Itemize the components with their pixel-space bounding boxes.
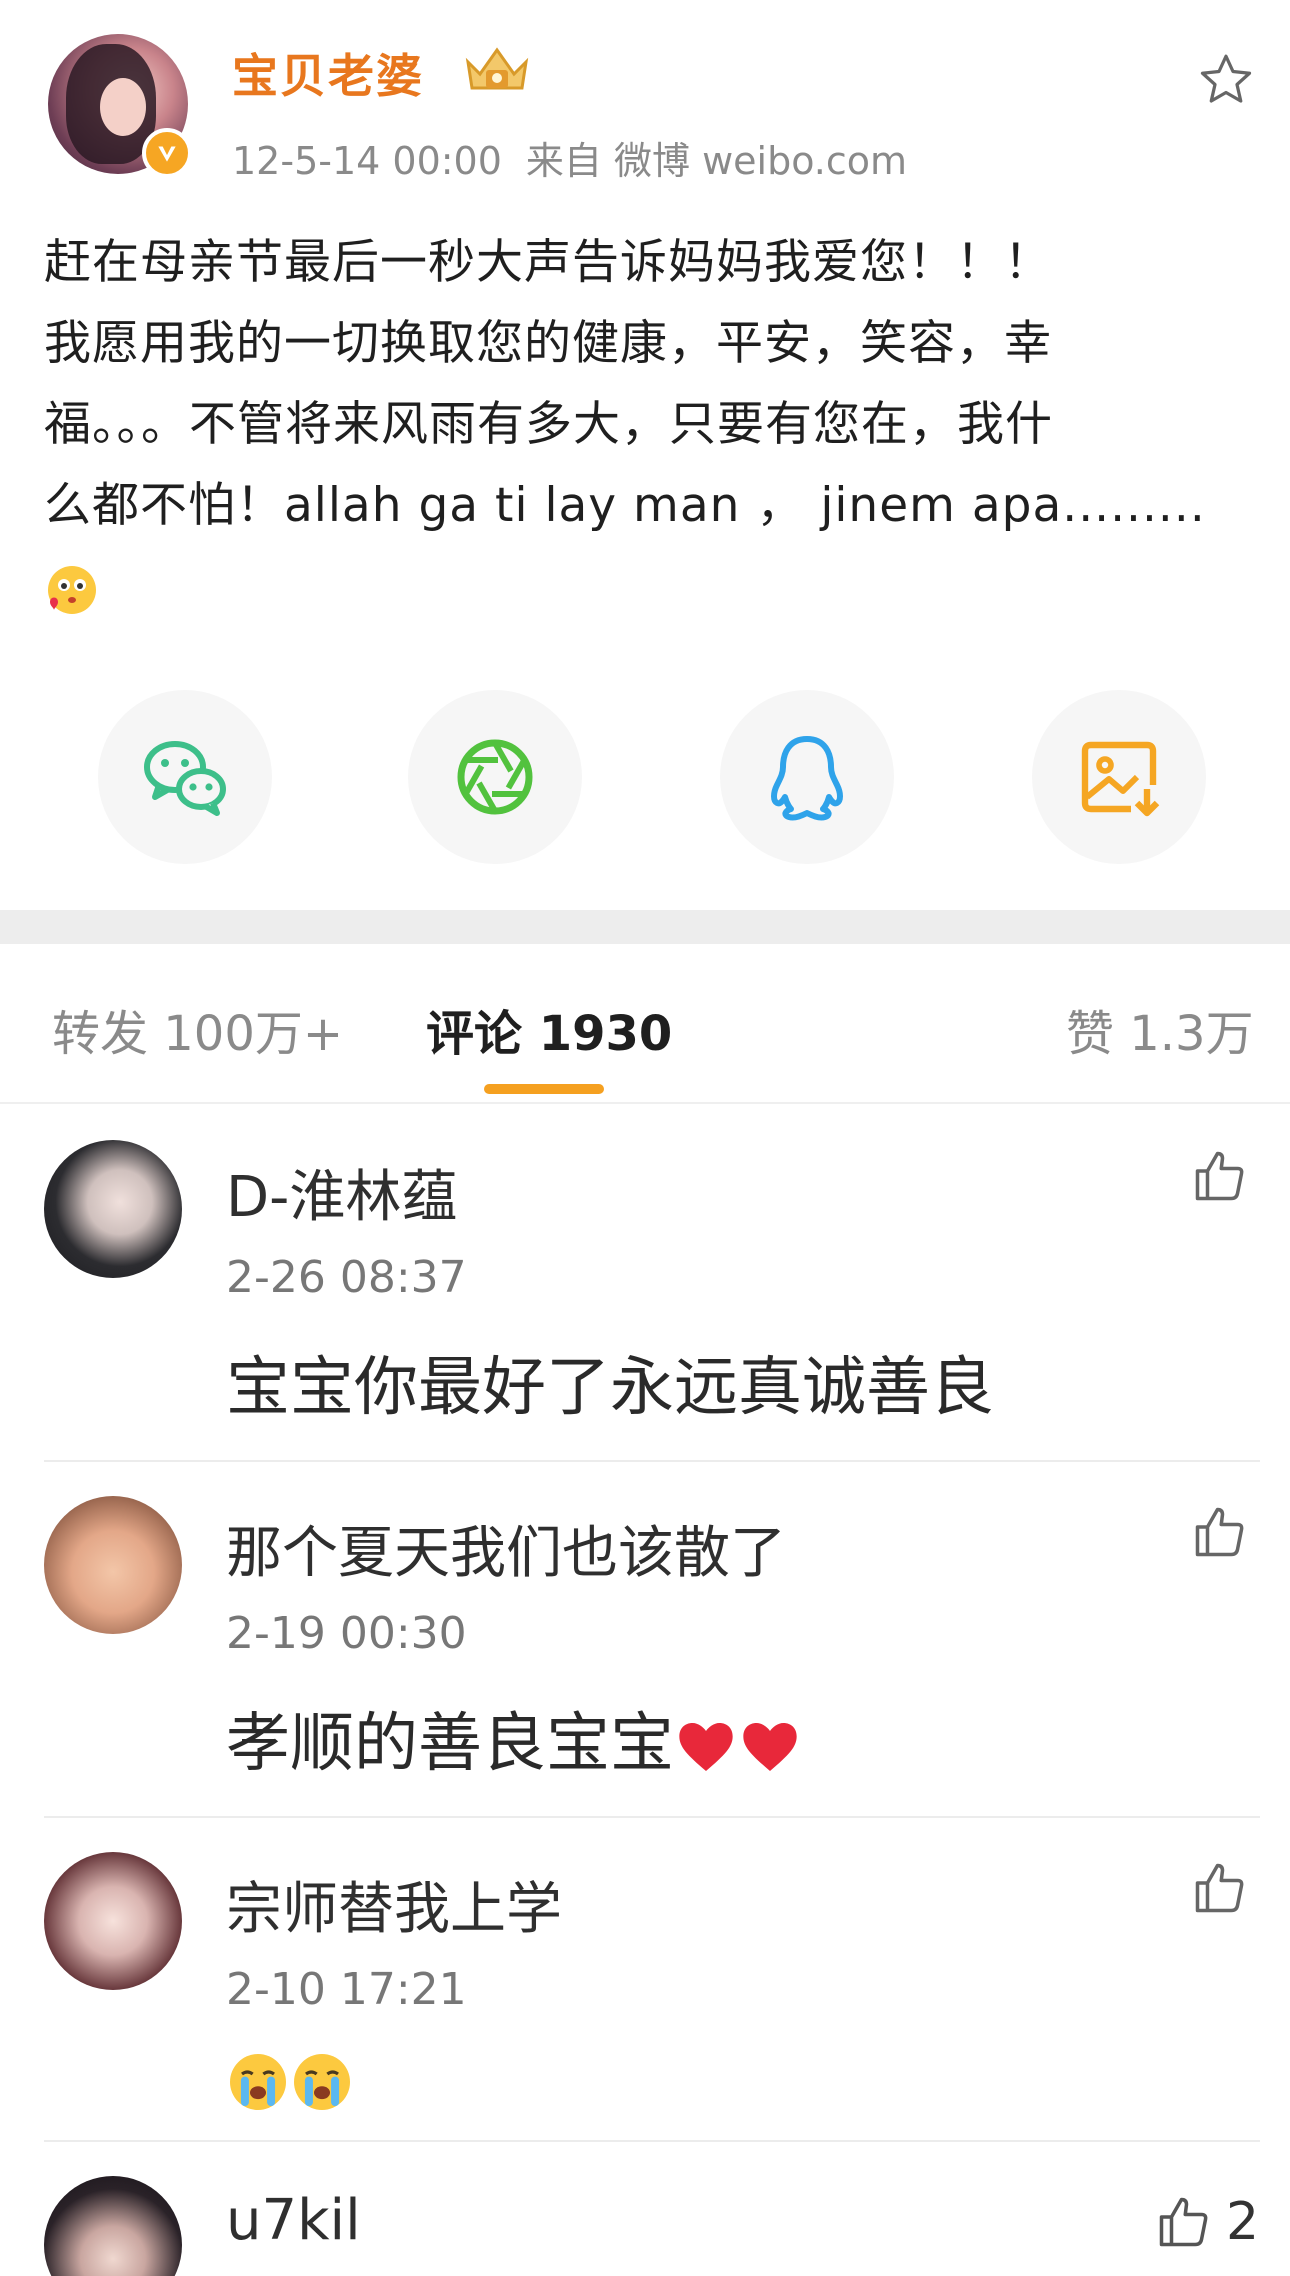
moments-shutter-icon xyxy=(457,739,533,815)
loudly-crying-face-icon xyxy=(294,2054,350,2111)
tab-comments[interactable]: 评论 1930 xyxy=(426,994,672,1064)
red-heart-icon xyxy=(679,1723,733,1772)
red-heart-icon xyxy=(743,1723,797,1772)
like-button[interactable] xyxy=(1190,1502,1250,1562)
post-text-line: 么都不怕！allah ga ti lay man ， jinem apa....… xyxy=(44,478,1206,533)
thumbs-up-icon xyxy=(1195,1863,1244,1913)
post-meta: 12-5-14 00:00 来自 微博 weibo.com xyxy=(232,130,931,185)
qq-penguin-icon xyxy=(771,736,843,821)
comment-time: 2-26 08:37 xyxy=(226,1252,467,1303)
thumbs-up-icon xyxy=(1159,2197,1208,2247)
share-row xyxy=(0,690,1290,870)
vip-crown-icon xyxy=(465,47,529,90)
share-moments-button[interactable] xyxy=(408,690,582,864)
active-tab-indicator xyxy=(484,1084,604,1094)
comment-avatar[interactable] xyxy=(44,1852,182,1990)
comment-avatar[interactable] xyxy=(44,1496,182,1634)
comment-divider xyxy=(44,1816,1260,1818)
post-source[interactable]: 来自 微博 weibo.com xyxy=(526,139,907,183)
thumbs-up-icon xyxy=(1195,1151,1244,1201)
comment-author[interactable]: 那个夏天我们也该散了 xyxy=(226,1508,786,1589)
tab-likes[interactable]: 赞 1.3万 xyxy=(1066,994,1254,1064)
comment-text: 孝顺的善良宝宝 xyxy=(226,1692,802,1784)
comment-avatar[interactable] xyxy=(44,2176,182,2276)
post-timestamp: 12-5-14 00:00 xyxy=(232,139,502,183)
section-divider xyxy=(0,910,1290,944)
comment-item: u7kil 2 xyxy=(0,2176,1290,2276)
verified-badge-icon xyxy=(142,128,192,178)
save-image-icon xyxy=(1081,741,1160,817)
author-name[interactable]: 宝贝老婆 xyxy=(232,40,424,106)
post-text: 赶在母亲节最后一秒大声告诉妈妈我爱您！！！ 我愿用我的一切换取您的健康，平安，笑… xyxy=(44,222,1244,627)
post-text-line: 我愿用我的一切换取您的健康，平安，笑容，幸 xyxy=(44,316,1052,371)
comment-author[interactable]: 宗师替我上学 xyxy=(226,1864,562,1945)
post-header: 宝贝老婆 12-5-14 00:00 来自 微博 weibo.com xyxy=(0,0,1290,200)
save-image-button[interactable] xyxy=(1032,690,1206,864)
like-button[interactable] xyxy=(1190,1146,1250,1206)
like-button[interactable]: 2 xyxy=(1154,2192,1259,2252)
comment-text xyxy=(226,2042,354,2116)
comment-text: 宝宝你最好了永远真诚善良 xyxy=(226,1351,994,1425)
share-qq-button[interactable] xyxy=(720,690,894,864)
like-count: 2 xyxy=(1226,2192,1260,2252)
comment-avatar[interactable] xyxy=(44,1140,182,1278)
share-wechat-button[interactable] xyxy=(98,690,272,864)
post-text-line: 福。。。不管将来风雨有多大，只要有您在，我什 xyxy=(44,397,1053,452)
kiss-face-emoji-icon xyxy=(48,565,96,614)
favorite-star-icon[interactable] xyxy=(1196,50,1256,110)
comment-divider xyxy=(44,2140,1260,2142)
wechat-icon xyxy=(144,741,226,816)
loudly-crying-face-icon xyxy=(230,2054,286,2111)
tab-bar: 转发 100万+ 评论 1930 赞 1.3万 xyxy=(0,944,1290,1104)
comment-author[interactable]: u7kil xyxy=(226,2188,361,2253)
like-button[interactable] xyxy=(1190,1858,1250,1918)
comment-time: 2-10 17:21 xyxy=(226,1964,467,2015)
thumbs-up-icon xyxy=(1195,1507,1244,1557)
comment-text-content: 孝顺的善良宝宝 xyxy=(226,1707,674,1781)
tab-repost[interactable]: 转发 100万+ xyxy=(52,994,343,1064)
comment-author[interactable]: D-淮林蕴 xyxy=(226,1152,457,1233)
comment-divider xyxy=(44,1460,1260,1462)
comment-time: 2-19 00:30 xyxy=(226,1608,467,1659)
post-text-line: 赶在母亲节最后一秒大声告诉妈妈我爱您！！！ xyxy=(44,235,1052,290)
